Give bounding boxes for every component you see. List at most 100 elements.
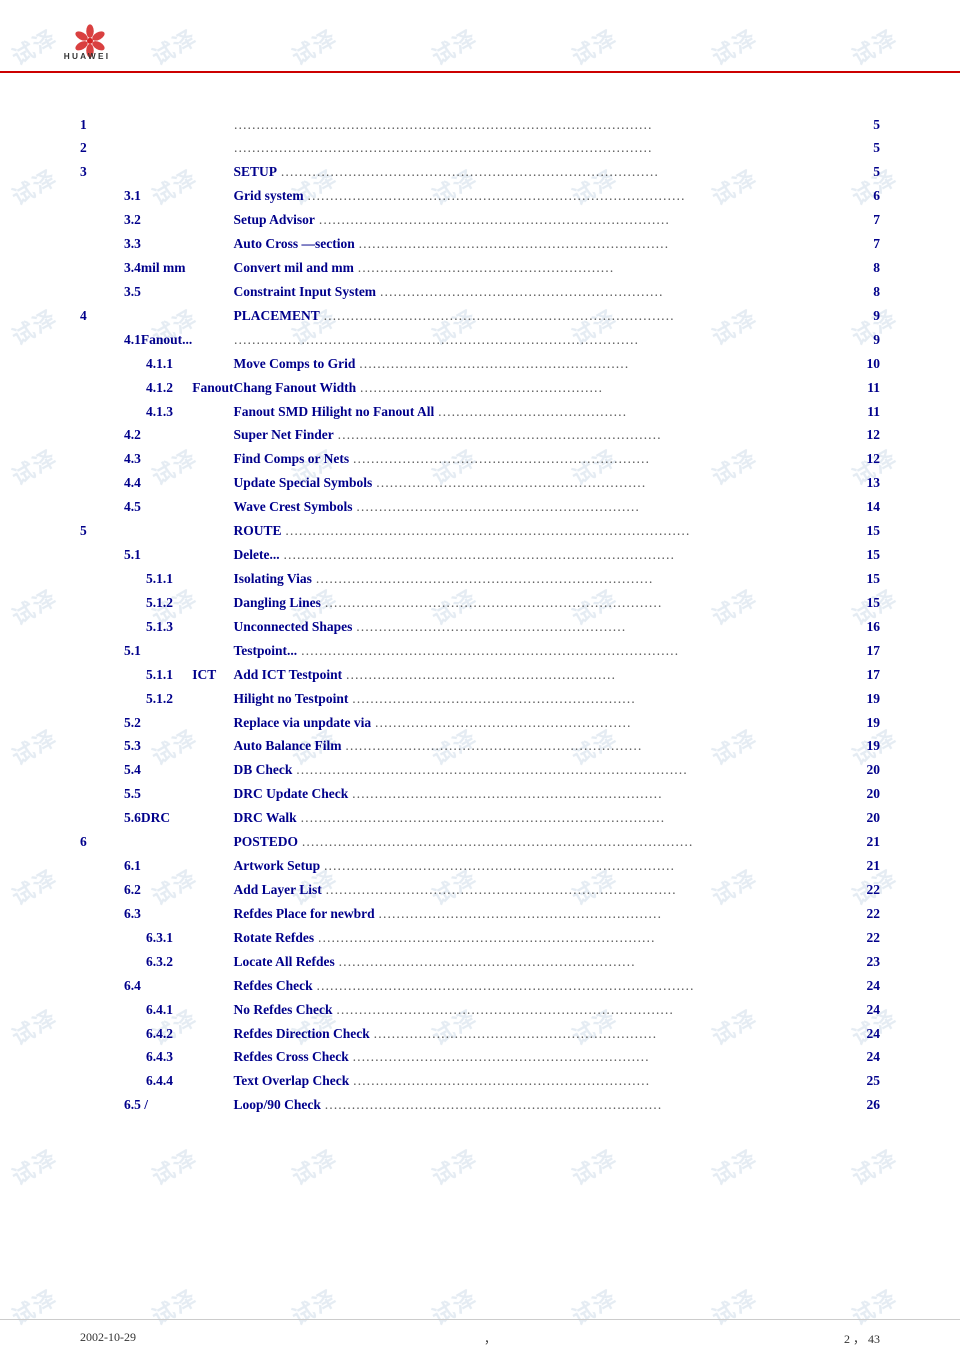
toc-num-cell: 5.1.1: [80, 568, 192, 592]
toc-row: 6.4.2Refdes Direction Check …………………………………: [80, 1022, 880, 1046]
toc-row: 3.4mil mmConvert mil and mm …………………………………: [80, 257, 880, 281]
toc-page-cell: 15: [867, 520, 881, 544]
toc-page-cell: 14: [867, 496, 881, 520]
main-content: 1 …………………………………………………………………………………52 ……………: [0, 73, 960, 1158]
toc-prefix-cell: [192, 974, 233, 998]
toc-title-text: Chang Fanout Width: [234, 380, 357, 395]
toc-row: 5ROUTE ………………………………………………………………………………15: [80, 520, 880, 544]
toc-title-cell: Artwork Setup ……………………………………………………………………: [234, 855, 867, 879]
toc-page-cell: 5: [867, 137, 881, 161]
toc-prefix-cell: [192, 950, 233, 974]
toc-row: 6.1 Artwork Setup ………………………………………………………………: [80, 855, 880, 879]
toc-row: 6.4.1 No Refdes Check ……………………………………………………: [80, 998, 880, 1022]
toc-row: 3.5Constraint Input System ……………………………………: [80, 280, 880, 304]
toc-row: 5.2Replace via unpdate via ……………………………………: [80, 711, 880, 735]
toc-dots: …………………………………………………………………………………: [234, 140, 653, 155]
toc-page-cell: 22: [867, 902, 881, 926]
toc-title-cell: Grid system …………………………………………………………………………: [234, 185, 867, 209]
toc-dots: …………………………………………………………………………: [304, 188, 685, 203]
toc-page-cell: 22: [867, 879, 881, 903]
toc-title-cell: SETUP …………………………………………………………………………: [234, 161, 867, 185]
toc-title-cell: Setup Advisor ……………………………………………………………………: [234, 209, 867, 233]
toc-title-text: DRC Update Check: [234, 786, 349, 801]
toc-title-cell: Super Net Finder ………………………………………………………………: [234, 424, 867, 448]
toc-num-cell: 6.2: [80, 879, 192, 903]
header: HUAWEI: [0, 0, 960, 73]
toc-num-cell: 5.1.2: [80, 591, 192, 615]
toc-page-cell: 24: [867, 974, 881, 998]
toc-page-cell: 13: [867, 472, 881, 496]
toc-title-cell: Isolating Vias …………………………………………………………………: [234, 568, 867, 592]
toc-page-cell: 22: [867, 926, 881, 950]
footer-center: ，: [484, 1330, 496, 1347]
toc-prefix-cell: [192, 1094, 233, 1118]
toc-prefix-cell: [192, 520, 233, 544]
toc-num-cell: 6.1: [80, 855, 192, 879]
toc-page-cell: 19: [867, 711, 881, 735]
toc-dots: ………………………………………………………: [348, 691, 635, 706]
toc-title-cell: …………………………………………………………………………………: [234, 113, 867, 137]
toc-prefix-cell: [192, 998, 233, 1022]
toc-dots: …………………………………………………………………………………: [234, 117, 653, 132]
toc-row: 4PLACEMENT ……………………………………………………………………9: [80, 304, 880, 328]
toc-page-cell: 17: [867, 639, 881, 663]
toc-page-cell: 21: [867, 831, 881, 855]
toc-num-cell: 4.5: [80, 496, 192, 520]
toc-num-cell: 4: [80, 304, 192, 328]
toc-title-text: Refdes Direction Check: [234, 1026, 370, 1041]
toc-title-cell: Auto Balance Film …………………………………………………………: [234, 735, 867, 759]
toc-title-text: Loop/90 Check: [234, 1097, 321, 1112]
footer-date: 2002-10-29: [80, 1330, 136, 1347]
toc-title-text: Super Net Finder: [234, 427, 334, 442]
toc-row: 5.4DB Check ……………………………………………………………………………: [80, 759, 880, 783]
toc-page-cell: 24: [867, 998, 881, 1022]
toc-prefix-cell: [192, 304, 233, 328]
toc-num-cell: 6.3: [80, 902, 192, 926]
toc-prefix-cell: [192, 926, 233, 950]
toc-page-cell: 10: [867, 352, 881, 376]
toc-dots: …………………………………………………………: [349, 451, 649, 466]
toc-num-cell: 4.1.3: [80, 400, 192, 424]
toc-num-cell: 2: [80, 137, 192, 161]
toc-prefix-cell: [192, 233, 233, 257]
toc-num-cell: 4.1.2: [80, 376, 192, 400]
toc-row: 5.3Auto Balance Film ……………………………………………………: [80, 735, 880, 759]
toc-prefix-cell: [192, 759, 233, 783]
toc-title-cell: Dangling Lines …………………………………………………………………: [234, 591, 867, 615]
toc-title-text: Testpoint...: [234, 643, 298, 658]
toc-prefix-cell: [192, 807, 233, 831]
toc-title-text: Update Special Symbols: [234, 475, 373, 490]
toc-dots: ……………………………………………………………: [348, 786, 662, 801]
toc-num-cell: 5.1: [80, 544, 192, 568]
toc-title-text: Text Overlap Check: [234, 1073, 350, 1088]
toc-title-cell: Locate All Refdes …………………………………………………………: [234, 950, 867, 974]
toc-dots: …………………………………………………………………: [333, 1002, 674, 1017]
toc-prefix-cell: [192, 855, 233, 879]
toc-title-cell: Find Comps or Nets …………………………………………………………: [234, 448, 867, 472]
toc-page-cell: 9: [867, 304, 881, 328]
toc-page-cell: 17: [867, 663, 881, 687]
toc-row: 5.1.3Unconnected Shapes ……………………………………………: [80, 615, 880, 639]
toc-row: 6.3.2 Locate All Refdes ………………………………………………: [80, 950, 880, 974]
toc-title-text: Rotate Refdes: [234, 930, 315, 945]
toc-num-cell: 6.4.1: [80, 998, 192, 1022]
toc-title-cell: Loop/90 Check …………………………………………………………………: [234, 1094, 867, 1118]
toc-dots: …………………………………………………: [371, 715, 631, 730]
toc-title-text: No Refdes Check: [234, 1002, 333, 1017]
toc-title-cell: Refdes Check …………………………………………………………………………: [234, 974, 867, 998]
toc-page-cell: 11: [867, 376, 881, 400]
footer-page: 2 ， 43: [844, 1330, 880, 1347]
toc-num-cell: 5.1.2: [80, 687, 192, 711]
toc-title-text: POSTEDO: [234, 834, 299, 849]
toc-prefix-cell: [192, 209, 233, 233]
toc-prefix-cell: [192, 472, 233, 496]
toc-prefix-cell: [192, 711, 233, 735]
toc-row: 5.1.2Hilight no Testpoint ………………………………………: [80, 687, 880, 711]
toc-prefix-cell: [192, 544, 233, 568]
toc-row: 3SETUP …………………………………………………………………………5: [80, 161, 880, 185]
toc-title-cell: ROUTE ………………………………………………………………………………: [234, 520, 867, 544]
toc-dots: …………………………………………………………: [349, 1049, 649, 1064]
toc-row: 6.4.3Refdes Cross Check ……………………………………………: [80, 1046, 880, 1070]
toc-num-cell: 6.3.2: [80, 950, 192, 974]
toc-row: 5.6DRCDRC Walk ……………………………………………………………………: [80, 807, 880, 831]
